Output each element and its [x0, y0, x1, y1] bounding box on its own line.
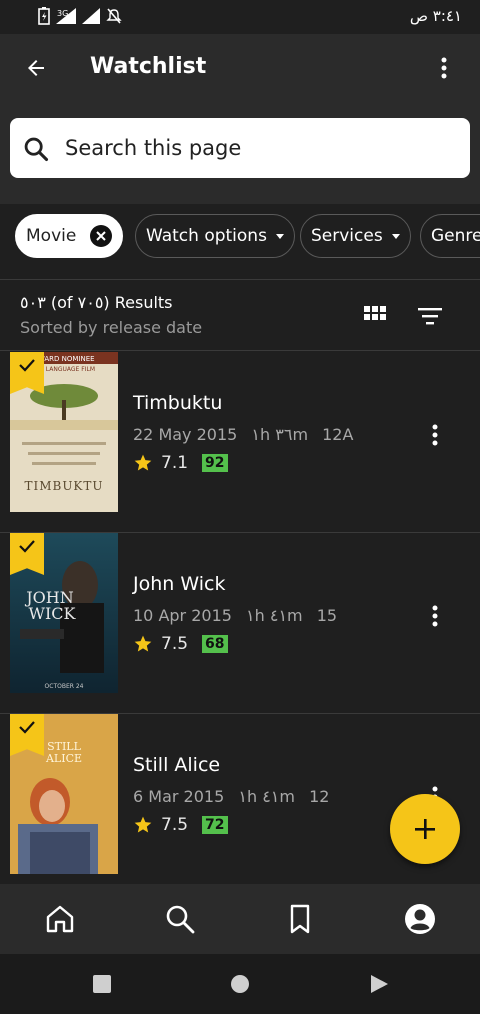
- app-bar: Watchlist: [0, 34, 480, 102]
- certificate: 15: [316, 606, 338, 625]
- item-title: Still Alice: [133, 754, 221, 776]
- item-title: Timbuktu: [133, 392, 223, 414]
- bottom-nav: [0, 884, 480, 954]
- item-meta: 10 Apr 2015 ١h ٤١m 15: [133, 606, 346, 625]
- release-date: 10 Apr 2015: [133, 606, 232, 625]
- back-triangle-icon[interactable]: [369, 974, 389, 994]
- star-icon: [134, 635, 152, 652]
- sort-icon[interactable]: [416, 303, 444, 329]
- caret-down-icon: [391, 233, 400, 239]
- signal-icon: [82, 8, 100, 24]
- item-meta: 22 May 2015 ١h ٣٦m 12A: [133, 425, 362, 444]
- profile-icon: [405, 904, 435, 934]
- metascore-badge: 72: [202, 816, 228, 834]
- check-icon: [19, 359, 35, 372]
- item-more-button[interactable]: [420, 601, 450, 631]
- bookmark-icon: [290, 904, 310, 934]
- plus-icon: [415, 819, 435, 839]
- runtime: ١h ٤١m: [246, 606, 303, 625]
- svg-text:OCTOBER 24: OCTOBER 24: [45, 683, 84, 690]
- imdb-rating: 7.5: [161, 634, 189, 654]
- release-date: 22 May 2015: [133, 425, 238, 444]
- imdb-rating: 7.1: [161, 453, 189, 473]
- nav-home[interactable]: [43, 902, 77, 936]
- chip-label: Movie: [26, 226, 77, 246]
- list-item[interactable]: AWARD NOMINEE IGN LANGUAGE FILM TIMBUKTU…: [0, 352, 480, 533]
- status-icons: 3G: [38, 7, 122, 25]
- more-vertical-icon: [432, 424, 438, 446]
- rating-row: 7.5 72: [133, 815, 228, 835]
- rating-row: 7.1 92: [133, 453, 228, 473]
- filter-chips: Movie Watch options Services Genres: [0, 204, 480, 280]
- metascore-badge: 68: [202, 635, 228, 653]
- results-count: ٥٠٣ (of ٧٠٥) Results: [20, 293, 173, 312]
- chip-genres[interactable]: Genres: [420, 214, 480, 258]
- close-icon[interactable]: [90, 225, 113, 247]
- poster-image[interactable]: STILL ALICE: [10, 714, 118, 874]
- rating-row: 7.5 68: [133, 634, 228, 654]
- battery-icon: [38, 7, 50, 25]
- results-header: ٥٠٣ (of ٧٠٥) Results Sorted by release d…: [0, 281, 480, 351]
- check-icon: [19, 721, 35, 734]
- certificate: 12: [309, 787, 330, 806]
- system-nav-bar: [0, 954, 480, 1014]
- chip-services[interactable]: Services: [300, 214, 411, 258]
- release-date: 6 Mar 2015: [133, 787, 225, 806]
- mute-icon: [106, 8, 122, 24]
- chip-movie[interactable]: Movie: [15, 214, 124, 258]
- add-button[interactable]: [390, 794, 460, 864]
- overflow-menu-button[interactable]: [422, 46, 466, 90]
- search-input[interactable]: [65, 132, 445, 164]
- runtime: ١h ٤١m: [238, 787, 295, 806]
- item-more-button[interactable]: [420, 420, 450, 450]
- item-meta: 6 Mar 2015 ١h ٤١m 12: [133, 787, 338, 806]
- search-section: [0, 102, 480, 204]
- grid-view-icon[interactable]: [362, 303, 388, 329]
- chip-label: Genres: [431, 226, 480, 246]
- nav-watchlist[interactable]: [283, 902, 317, 936]
- list-item[interactable]: JOHN WICK OCTOBER 24 John Wick 10 Apr 20…: [0, 533, 480, 714]
- signal-icon: 3G: [56, 8, 76, 24]
- nav-search[interactable]: [163, 902, 197, 936]
- arrow-back-icon: [28, 60, 44, 76]
- svg-text:WICK: WICK: [29, 604, 77, 623]
- more-vertical-icon: [441, 57, 447, 79]
- recents-icon[interactable]: [92, 974, 112, 994]
- search-icon: [24, 137, 49, 162]
- star-icon: [134, 454, 152, 471]
- more-vertical-icon: [432, 605, 438, 627]
- nav-profile[interactable]: [403, 902, 437, 936]
- chip-label: Watch options: [146, 226, 267, 246]
- item-title: John Wick: [133, 573, 226, 595]
- chip-label: Services: [311, 226, 383, 246]
- runtime: ١h ٣٦m: [251, 425, 309, 444]
- home-icon: [46, 905, 74, 933]
- caret-down-icon: [275, 233, 284, 239]
- home-circle-icon[interactable]: [230, 974, 250, 994]
- status-time: ٣:٤١ ص: [409, 7, 462, 25]
- svg-text:ALICE: ALICE: [45, 752, 82, 765]
- results-sort-label: Sorted by release date: [20, 318, 203, 337]
- check-icon: [19, 540, 35, 553]
- svg-text:TIMBUKTU: TIMBUKTU: [24, 479, 103, 493]
- imdb-rating: 7.5: [161, 815, 189, 835]
- search-box[interactable]: [10, 118, 470, 178]
- star-icon: [134, 816, 152, 833]
- svg-text:3G: 3G: [57, 9, 68, 18]
- back-button[interactable]: [14, 46, 58, 90]
- poster-image[interactable]: JOHN WICK OCTOBER 24: [10, 533, 118, 693]
- certificate: 12A: [322, 425, 354, 444]
- metascore-badge: 92: [202, 454, 228, 472]
- chip-watch-options[interactable]: Watch options: [135, 214, 295, 258]
- poster-image[interactable]: AWARD NOMINEE IGN LANGUAGE FILM TIMBUKTU: [10, 352, 118, 512]
- page-title: Watchlist: [90, 54, 207, 79]
- search-icon: [166, 905, 195, 934]
- status-bar: 3G ٣:٤١ ص: [0, 0, 480, 34]
